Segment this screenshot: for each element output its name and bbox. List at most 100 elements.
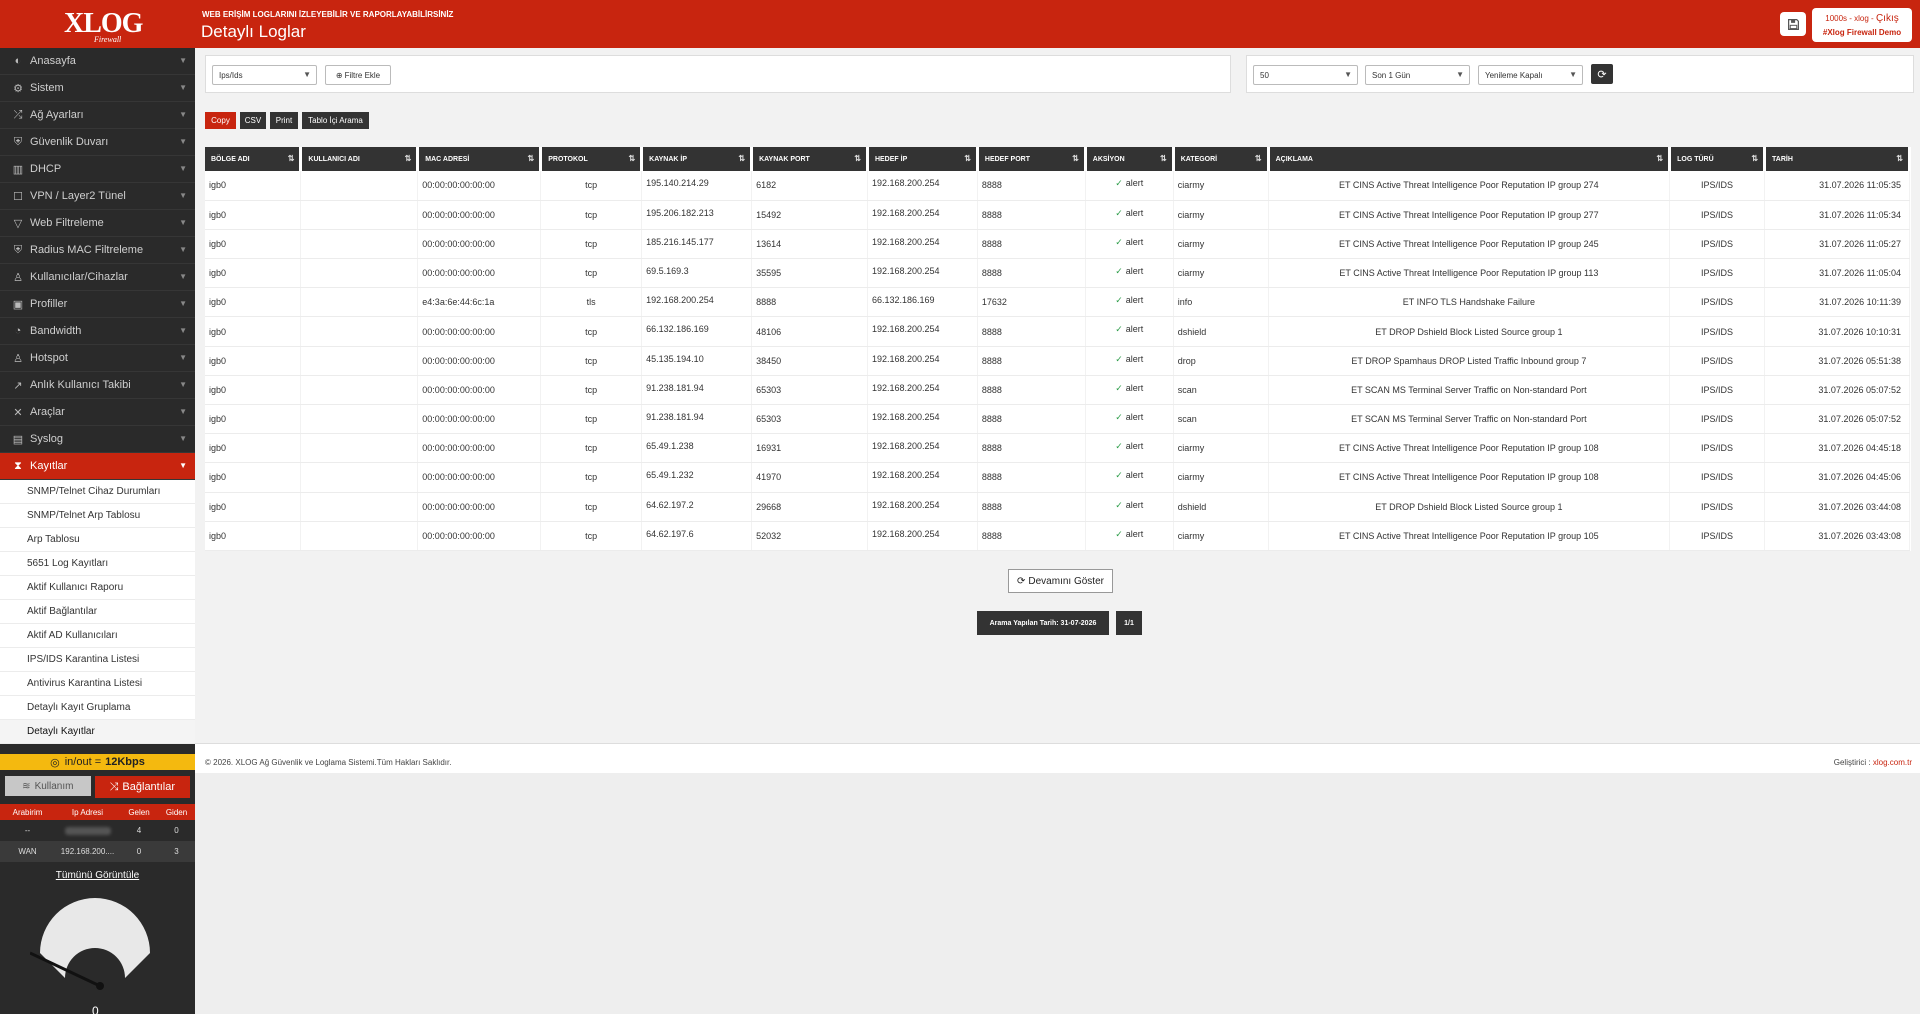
table-row[interactable]: igb0 00:00:00:00:00:00 tcp 65.49.1.238 16931… [205,433,1910,464]
table-cell: 00:00:00:00:00:00 [417,258,542,289]
page-indicator[interactable]: 1/1 [1116,611,1142,635]
table-row[interactable]: igb0 00:00:00:00:00:00 tcp 185.216.145.177 1… [205,229,1910,260]
submenu-item[interactable]: Aktif Bağlantılar [0,600,195,624]
submenu-item[interactable]: Aktif AD Kullanıcıları [0,624,195,648]
top-header: XLOG Firewall WEB ERİŞİM LOGLARINI İZLEY… [0,0,1920,48]
show-more-button[interactable]: ⟳ Devamını Göster [1008,569,1113,593]
table-cell: 185.216.145.177 [641,229,753,260]
check-icon: ✓ [1115,499,1123,510]
table-row[interactable]: igb0 00:00:00:00:00:00 tcp 66.132.186.169 48… [205,316,1910,347]
chevron-down-icon: ▼ [179,137,187,146]
col-dest-port[interactable]: HEDEF PORT ⇅ [977,147,1087,171]
table-cell: tls [540,287,643,318]
submenu-item[interactable]: SNMP/Telnet Arp Tablosu [0,504,195,528]
add-filter-button[interactable]: ⊕ Filtre Ekle [325,65,391,85]
print-button[interactable]: Print [270,112,298,129]
sidebar-item-label: Web Filtreleme [30,217,104,229]
submenu-item[interactable]: Detaylı Kayıtlar [0,720,195,744]
refresh-icon: ⟳ [1017,575,1026,587]
table-row[interactable]: igb0 00:00:00:00:00:00 tcp 91.238.181.94 653… [205,375,1910,406]
table-cell: ✓ alert [1085,200,1174,230]
table-cell: 41970 [751,462,868,493]
sidebar-item[interactable]: ✕ Araçlar ▼ [0,399,195,426]
tab-usage[interactable]: ≋ Kullanım [5,776,91,796]
submenu-item[interactable]: 5651 Log Kayıtları [0,552,195,576]
sidebar-item[interactable]: ▤ Syslog ▼ [0,426,195,453]
log-type-select[interactable]: Ips/Ids ▼ [212,65,317,85]
table-cell: 31.07.2026 03:44:08 [1764,492,1910,522]
table-cell: ✓ alert [1085,316,1174,347]
col-zone[interactable]: BÖLGE ADI ⇅ [205,147,303,171]
sidebar-item[interactable]: ↗ Anlık Kullanıcı Takibi ▼ [0,372,195,399]
table-cell: igb0 [205,462,302,493]
col-category[interactable]: KATEGORİ ⇅ [1173,147,1270,171]
sidebar-item[interactable]: ⚙ Sistem ▼ [0,75,195,102]
time-range-select[interactable]: Son 1 Gün ▼ [1365,65,1470,85]
col-source-port[interactable]: KAYNAK PORT ⇅ [751,147,869,171]
logo[interactable]: XLOG Firewall [64,8,143,44]
sidebar-item-label: Syslog [30,433,64,445]
copy-button[interactable]: Copy [205,112,236,129]
col-source-ip[interactable]: KAYNAK İP ⇅ [641,147,754,171]
sidebar-item[interactable]: ⛨ Radius MAC Filtreleme ▼ [0,237,195,264]
table-row[interactable]: igb0 e4:3a:6e:44:6c:1a tls 192.168.200.254 8… [205,287,1910,318]
table-search-button[interactable]: Tablo İçi Arama [302,112,369,129]
sidebar-item[interactable]: ☐ VPN / Layer2 Tünel ▼ [0,183,195,210]
search-date-badge: Arama Yapılan Tarih: 31-07-2026 [977,611,1109,635]
col-user[interactable]: KULLANICI ADI ⇅ [300,147,420,171]
table-row[interactable]: igb0 00:00:00:00:00:00 tcp 64.62.197.2 29668… [205,492,1910,522]
sidebar-item[interactable]: ⛨ Güvenlik Duvarı ▼ [0,129,195,156]
sidebar-item-label: Bandwidth [30,325,82,337]
sidebar-item-label: Sistem [30,82,64,94]
sidebar-item[interactable]: ⤮ Ağ Ayarları ▼ [0,102,195,129]
csv-button[interactable]: CSV [240,112,266,129]
table-cell: 192.168.200.254 [641,287,753,318]
demo-label: #Xlog Firewall Demo [1822,28,1902,37]
col-action[interactable]: AKSİYON ⇅ [1085,147,1175,171]
table-row[interactable]: igb0 00:00:00:00:00:00 tcp 195.206.182.213 1… [205,200,1910,230]
col-description[interactable]: AÇIKLAMA ⇅ [1268,147,1672,171]
table-cell: 91.238.181.94 [641,404,753,435]
chevron-down-icon: ▼ [179,218,187,227]
logout-link[interactable]: Çıkış [1876,13,1899,24]
table-cell: 192.168.200.254 [867,521,978,551]
sidebar-item[interactable]: ⧗ Kayıtlar ▼ [0,453,195,480]
save-button[interactable] [1780,12,1806,36]
sidebar-item[interactable]: ◔ Bandwidth ▼ [0,318,195,345]
submenu-item[interactable]: Antivirus Karantina Listesi [0,672,195,696]
col-protocol[interactable]: PROTOKOL ⇅ [540,147,644,171]
table-cell: 69.5.169.3 [641,258,753,289]
sidebar-item[interactable]: ▽ Web Filtreleme ▼ [0,210,195,237]
sidebar-item[interactable]: ♙ Hotspot ▼ [0,345,195,372]
table-row[interactable]: igb0 00:00:00:00:00:00 tcp 69.5.169.3 35595 1… [205,258,1910,289]
sidebar-item[interactable]: ◐ Anasayfa ▼ [0,48,195,75]
table-cell: 192.168.200.254 [867,492,978,522]
sidebar-item[interactable]: ▣ Profiller ▼ [0,291,195,318]
col-mac[interactable]: MAC ADRESİ ⇅ [417,147,543,171]
network-icon: ⤨ [109,780,119,793]
table-row[interactable]: igb0 00:00:00:00:00:00 tcp 195.140.214.29 61… [205,171,1910,201]
table-row[interactable]: igb0 00:00:00:00:00:00 tcp 65.49.1.232 41970… [205,462,1910,493]
submenu-item[interactable]: Detaylı Kayıt Gruplama [0,696,195,720]
col-date[interactable]: TARİH ⇅ [1764,147,1911,171]
sidebar-item[interactable]: ♙ Kullanıcılar/Cihazlar ▼ [0,264,195,291]
sort-icon: ⇅ [1656,154,1664,163]
developer-link[interactable]: xlog.com.tr [1873,758,1912,767]
limit-select[interactable]: 50 ▼ [1253,65,1358,85]
col-log-type[interactable]: LOG TÜRÜ ⇅ [1669,147,1767,171]
table-row[interactable]: igb0 00:00:00:00:00:00 tcp 91.238.181.94 653… [205,404,1910,435]
table-cell: ✓ alert [1085,404,1174,435]
refresh-interval-select[interactable]: Yenileme Kapalı ▼ [1478,65,1583,85]
chevron-down-icon: ▼ [179,272,187,281]
submenu-item[interactable]: IPS/IDS Karantina Listesi [0,648,195,672]
sidebar-item[interactable]: ▥ DHCP ▼ [0,156,195,183]
tab-connections[interactable]: ⤨ Bağlantılar [94,776,190,798]
menu-icon: ◔ [14,325,22,337]
submenu-item[interactable]: SNMP/Telnet Cihaz Durumları [0,480,195,504]
submenu-item[interactable]: Arp Tablosu [0,528,195,552]
col-dest-ip[interactable]: HEDEF İP ⇅ [867,147,979,171]
table-row[interactable]: igb0 00:00:00:00:00:00 tcp 45.135.194.10 384… [205,346,1910,376]
refresh-button[interactable]: ⟳ [1591,64,1613,84]
table-row[interactable]: igb0 00:00:00:00:00:00 tcp 64.62.197.6 52032… [205,521,1910,551]
submenu-item[interactable]: Aktif Kullanıcı Raporu [0,576,195,600]
